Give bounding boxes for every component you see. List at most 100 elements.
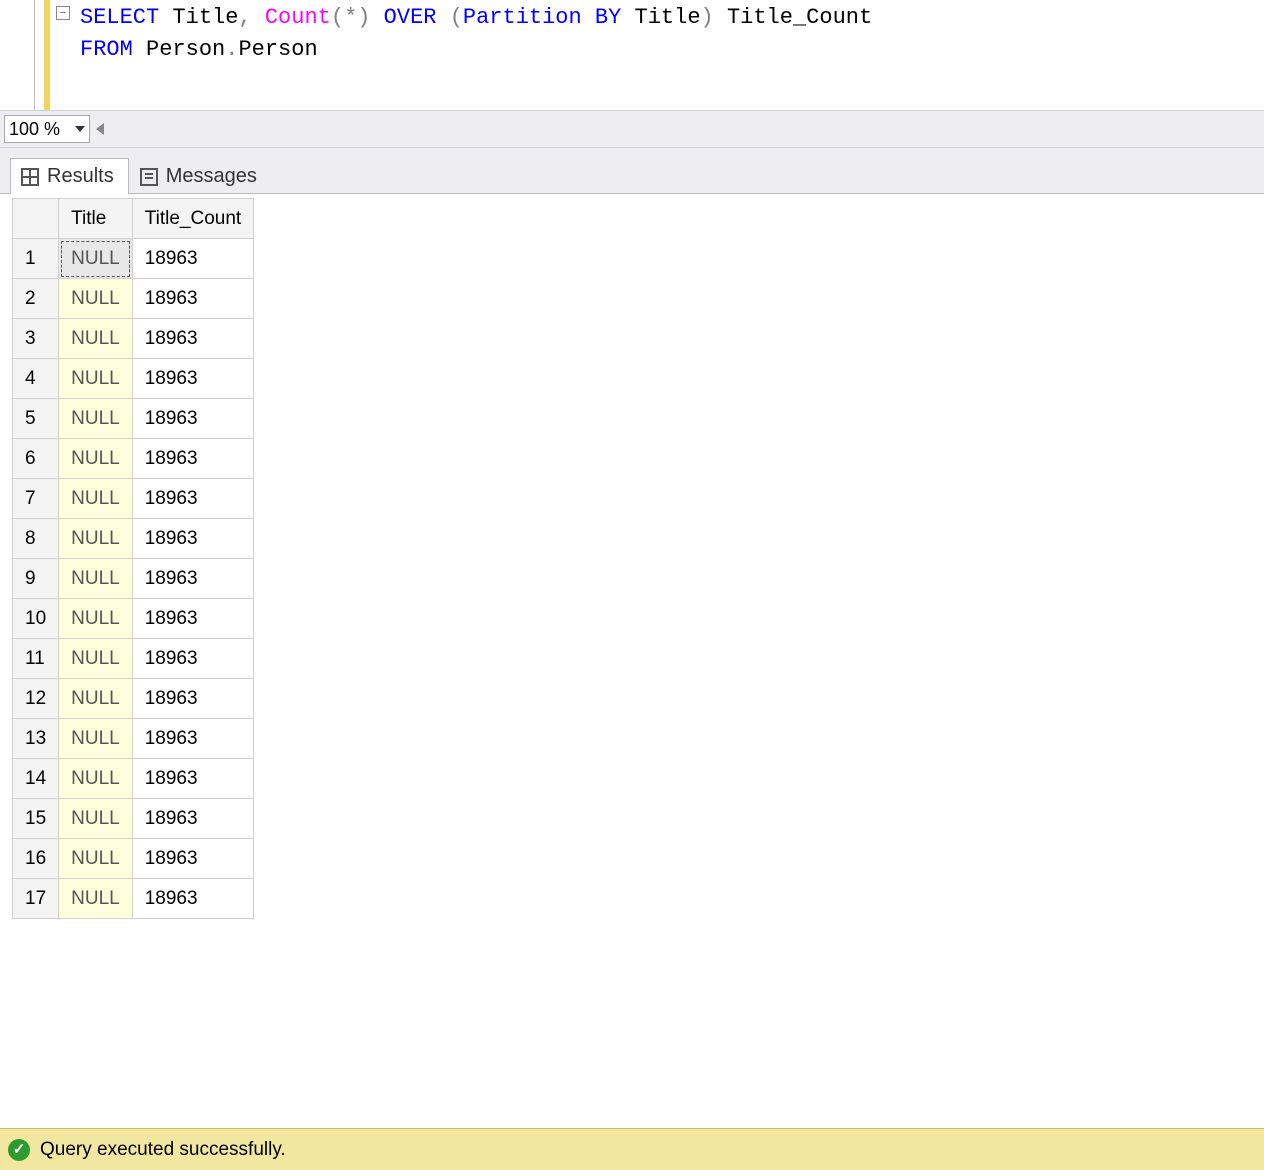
cell-title[interactable]: NULL <box>59 439 133 479</box>
tab-messages[interactable]: Messages <box>129 158 272 194</box>
results-table[interactable]: Title Title_Count 1NULL189632NULL189633N… <box>12 198 254 919</box>
row-number[interactable]: 9 <box>13 559 59 599</box>
cell-count[interactable]: 18963 <box>132 319 253 359</box>
table-row[interactable]: 15NULL18963 <box>13 799 254 839</box>
cell-title[interactable]: NULL <box>59 279 133 319</box>
table-row[interactable]: 10NULL18963 <box>13 599 254 639</box>
change-indicator <box>44 0 50 110</box>
paren: ) <box>357 5 370 30</box>
tab-messages-label: Messages <box>166 165 257 188</box>
cell-title[interactable]: NULL <box>59 359 133 399</box>
row-number[interactable]: 16 <box>13 839 59 879</box>
cell-count[interactable]: 18963 <box>132 639 253 679</box>
row-number[interactable]: 12 <box>13 679 59 719</box>
zoom-bar: 100 % <box>0 110 1264 148</box>
row-number[interactable]: 15 <box>13 799 59 839</box>
table-row[interactable]: 12NULL18963 <box>13 679 254 719</box>
cell-title[interactable]: NULL <box>59 839 133 879</box>
cell-count[interactable]: 18963 <box>132 439 253 479</box>
table-row[interactable]: 7NULL18963 <box>13 479 254 519</box>
editor-gutter: − <box>0 0 50 110</box>
comma: , <box>238 5 251 30</box>
cell-count[interactable]: 18963 <box>132 359 253 399</box>
row-number[interactable]: 1 <box>13 239 59 279</box>
table-row[interactable]: 8NULL18963 <box>13 519 254 559</box>
col-title2: Title <box>621 5 700 30</box>
cell-title[interactable]: NULL <box>59 519 133 559</box>
status-message: Query executed successfully. <box>40 1139 286 1161</box>
row-number[interactable]: 14 <box>13 759 59 799</box>
table-row[interactable]: 2NULL18963 <box>13 279 254 319</box>
messages-icon <box>140 168 158 186</box>
sql-editor[interactable]: − SELECT Title, Count(*) OVER (Partition… <box>0 0 1264 110</box>
cell-title[interactable]: NULL <box>59 319 133 359</box>
cell-title[interactable]: NULL <box>59 679 133 719</box>
row-number[interactable]: 7 <box>13 479 59 519</box>
table-row[interactable]: 11NULL18963 <box>13 639 254 679</box>
cell-count[interactable]: 18963 <box>132 559 253 599</box>
table-row[interactable]: 3NULL18963 <box>13 319 254 359</box>
cell-count[interactable]: 18963 <box>132 239 253 279</box>
cell-count[interactable]: 18963 <box>132 519 253 559</box>
row-number[interactable]: 4 <box>13 359 59 399</box>
row-number[interactable]: 10 <box>13 599 59 639</box>
table-row[interactable]: 14NULL18963 <box>13 759 254 799</box>
results-pane[interactable]: Title Title_Count 1NULL189632NULL189633N… <box>0 194 1264 1128</box>
table-row[interactable]: 6NULL18963 <box>13 439 254 479</box>
row-number[interactable]: 2 <box>13 279 59 319</box>
table-row[interactable]: 13NULL18963 <box>13 719 254 759</box>
result-tabs: Results Messages <box>0 148 1264 194</box>
col-title: Title <box>159 5 238 30</box>
code-area[interactable]: SELECT Title, Count(*) OVER (Partition B… <box>50 0 1264 110</box>
zoom-value: 100 % <box>9 119 60 140</box>
row-number[interactable]: 11 <box>13 639 59 679</box>
cell-count[interactable]: 18963 <box>132 839 253 879</box>
gutter-line <box>34 0 35 110</box>
col-header-count[interactable]: Title_Count <box>132 199 253 239</box>
row-number[interactable]: 13 <box>13 719 59 759</box>
cell-title[interactable]: NULL <box>59 599 133 639</box>
cell-title[interactable]: NULL <box>59 879 133 919</box>
star: * <box>344 5 357 30</box>
fold-toggle-icon[interactable]: − <box>56 6 70 20</box>
row-number[interactable]: 5 <box>13 399 59 439</box>
cell-count[interactable]: 18963 <box>132 719 253 759</box>
cell-title[interactable]: NULL <box>59 479 133 519</box>
table-row[interactable]: 1NULL18963 <box>13 239 254 279</box>
schema: Person <box>133 37 225 62</box>
table-row[interactable]: 17NULL18963 <box>13 879 254 919</box>
cell-count[interactable]: 18963 <box>132 759 253 799</box>
cell-count[interactable]: 18963 <box>132 679 253 719</box>
cell-title[interactable]: NULL <box>59 719 133 759</box>
rownum-header[interactable] <box>13 199 59 239</box>
table-row[interactable]: 9NULL18963 <box>13 559 254 599</box>
kw-by: BY <box>595 5 621 30</box>
cell-count[interactable]: 18963 <box>132 879 253 919</box>
cell-count[interactable]: 18963 <box>132 399 253 439</box>
kw-over: OVER <box>370 5 449 30</box>
cell-count[interactable]: 18963 <box>132 479 253 519</box>
header-row: Title Title_Count <box>13 199 254 239</box>
cell-title[interactable]: NULL <box>59 799 133 839</box>
zoom-dropdown[interactable]: 100 % <box>4 115 90 143</box>
scroll-left-icon[interactable] <box>96 123 104 135</box>
row-number[interactable]: 8 <box>13 519 59 559</box>
cell-count[interactable]: 18963 <box>132 599 253 639</box>
table-row[interactable]: 4NULL18963 <box>13 359 254 399</box>
cell-count[interactable]: 18963 <box>132 799 253 839</box>
cell-count[interactable]: 18963 <box>132 279 253 319</box>
fn-count: Count <box>252 5 331 30</box>
row-number[interactable]: 6 <box>13 439 59 479</box>
cell-title[interactable]: NULL <box>59 759 133 799</box>
table-row[interactable]: 5NULL18963 <box>13 399 254 439</box>
cell-title[interactable]: NULL <box>59 559 133 599</box>
tab-results[interactable]: Results <box>10 158 129 194</box>
cell-title[interactable]: NULL <box>59 239 133 279</box>
cell-title[interactable]: NULL <box>59 639 133 679</box>
col-header-title[interactable]: Title <box>59 199 133 239</box>
row-number[interactable]: 17 <box>13 879 59 919</box>
chevron-down-icon <box>75 126 85 132</box>
cell-title[interactable]: NULL <box>59 399 133 439</box>
row-number[interactable]: 3 <box>13 319 59 359</box>
table-row[interactable]: 16NULL18963 <box>13 839 254 879</box>
